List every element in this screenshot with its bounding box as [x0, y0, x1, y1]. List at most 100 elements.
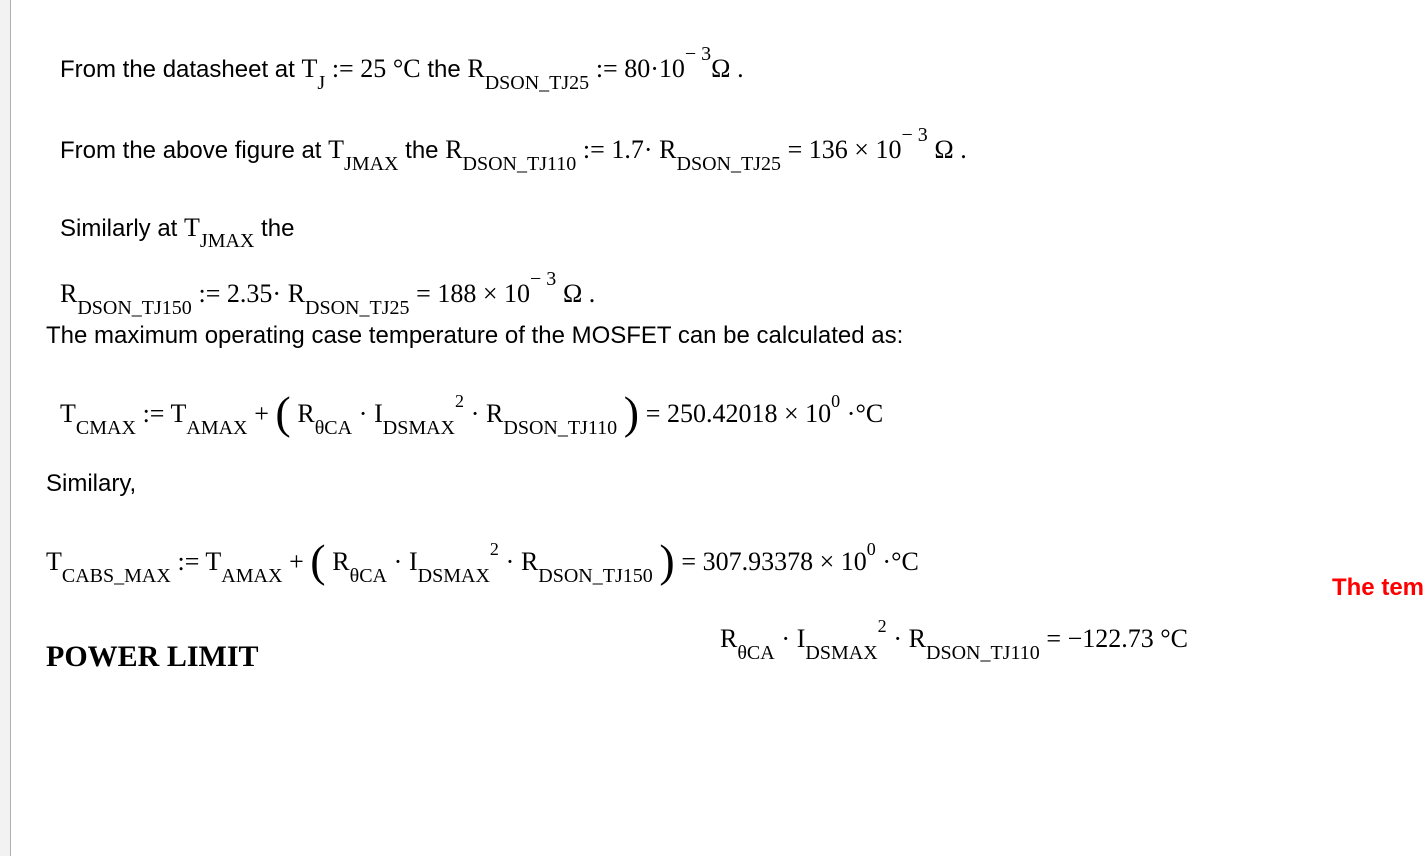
value-307: 307.93378 × 10 — [703, 547, 867, 576]
mul-op: · — [471, 399, 480, 428]
sub-rdson-tj25: DSON_TJ25 — [677, 153, 781, 175]
sub-rdson-tj150: DSON_TJ150 — [77, 297, 191, 319]
var-r: R — [297, 399, 314, 428]
var-r: R — [445, 135, 462, 164]
var-i: I — [409, 547, 418, 576]
var-t: T — [60, 399, 76, 428]
sub-cabs-max: CABS_MAX — [62, 565, 171, 587]
sub-rdson-tj150: DSON_TJ150 — [538, 565, 652, 587]
text: The maximum operating case temperature o… — [46, 322, 903, 349]
exp: − 3 — [901, 124, 927, 146]
sub-rdson-tj110: DSON_TJ110 — [926, 642, 1040, 664]
var-t: T — [328, 135, 344, 164]
var-r: R — [521, 547, 538, 576]
sub-rdson-tj110: DSON_TJ110 — [463, 153, 577, 175]
sub-jmax: JMAX — [200, 230, 254, 252]
text: The tem — [1332, 574, 1424, 601]
equation-tcmax: TCMAX := TAMAX + ( RθCA · IDSMAX2 · RDSO… — [60, 379, 1394, 434]
sub-theta-ca: θCA — [737, 642, 774, 664]
left-paren: ( — [275, 387, 290, 438]
unit-c: ·°C — [847, 399, 883, 428]
unit-ohm: Ω . — [934, 135, 966, 164]
equation-rdson-tj150: RDSON_TJ150 := 2.35· RDSON_TJ25 = 188 × … — [60, 275, 1394, 314]
text: the — [427, 56, 467, 83]
paragraph-line-1: From the datasheet at TJ := 25 °C the RD… — [60, 50, 1394, 89]
mul-op: · — [394, 547, 403, 576]
assign-op: := — [583, 135, 611, 164]
annotation-cutoff: The tem — [1332, 574, 1424, 602]
text: From the above figure at — [60, 137, 328, 164]
text: the — [405, 137, 445, 164]
exp: − 3 — [685, 43, 711, 65]
eq-op: = — [1046, 624, 1067, 653]
sub-cmax: CMAX — [76, 417, 136, 439]
sub-rdson-tj25: DSON_TJ25 — [305, 297, 409, 319]
text: . — [737, 54, 744, 83]
plus-op: + — [254, 399, 275, 428]
equation-tcabs-max: TCABS_MAX := TAMAX + ( RθCA · IDSMAX2 · … — [46, 527, 1394, 582]
var-t: T — [171, 399, 187, 428]
text: Similary, — [46, 470, 136, 497]
text: Similarly at — [60, 215, 184, 242]
var-r: R — [659, 135, 676, 164]
assign-op: := — [596, 54, 624, 83]
paragraph-line-2: From the above figure at TJMAX the RDSON… — [60, 131, 1394, 170]
right-paren: ) — [624, 387, 639, 438]
sup-2: 2 — [878, 616, 887, 636]
value-80e-3: 80·10 — [624, 54, 685, 83]
exp: − 3 — [530, 268, 556, 290]
assign-op: := — [198, 279, 226, 308]
unit-ohm: Ω . — [563, 279, 595, 308]
var-t: T — [205, 547, 221, 576]
document-page: From the datasheet at TJ := 25 °C the RD… — [0, 0, 1424, 856]
assign-op: := — [177, 547, 205, 576]
sub-jmax: JMAX — [344, 153, 398, 175]
unit-c: °C — [393, 54, 421, 83]
paragraph-line-5: The maximum operating case temperature o… — [46, 322, 1394, 351]
page-left-edge — [0, 0, 11, 856]
var-r: R — [467, 54, 484, 83]
value-188e-3: 188 × 10 — [437, 279, 530, 308]
left-paren: ( — [310, 535, 325, 586]
var-r: R — [720, 624, 737, 653]
unit-c: ·°C — [882, 547, 918, 576]
sub-theta-ca: θCA — [350, 565, 387, 587]
text: POWER LIMIT — [46, 640, 259, 673]
text: the — [261, 215, 294, 242]
var-tj: T — [301, 54, 317, 83]
equation-rtheta-result: RθCA · IDSMAX2 · RDSON_TJ110 = −122.73 °… — [720, 622, 1188, 659]
eq-op: = — [681, 547, 702, 576]
right-paren: ) — [659, 535, 674, 586]
mul-op: · — [893, 624, 902, 653]
sub-rdson-tj110: DSON_TJ110 — [503, 417, 617, 439]
text: From the datasheet at — [60, 56, 301, 83]
exp-0: 0 — [831, 391, 840, 411]
factor-1p7: 1.7· — [611, 135, 652, 164]
sub-amax: AMAX — [221, 565, 282, 587]
value-25: 25 — [360, 54, 386, 83]
var-i: I — [374, 399, 383, 428]
var-r: R — [486, 399, 503, 428]
var-t: T — [46, 547, 62, 576]
sub-dsmax: DSMAX — [805, 642, 877, 664]
var-r: R — [288, 279, 305, 308]
sub-dsmax: DSMAX — [418, 565, 490, 587]
value-136e-3: 136 × 10 — [809, 135, 902, 164]
var-t: T — [184, 213, 200, 242]
var-r: R — [60, 279, 77, 308]
eq-op: = — [646, 399, 667, 428]
var-r: R — [332, 547, 349, 576]
heading-power-limit: POWER LIMIT — [46, 640, 259, 674]
mul-op: · — [359, 399, 368, 428]
sub-tj: J — [317, 72, 325, 94]
sub-amax: AMAX — [186, 417, 247, 439]
unit-ohm: Ω — [711, 54, 730, 83]
sub-dsmax: DSMAX — [383, 417, 455, 439]
exp-0: 0 — [867, 539, 876, 559]
paragraph-similarly: Similary, — [46, 470, 1394, 499]
var-r: R — [909, 624, 926, 653]
value-250: 250.42018 × 10 — [667, 399, 831, 428]
value-neg122: −122.73 °C — [1068, 624, 1188, 653]
sub-rdson-tj25: DSON_TJ25 — [485, 72, 589, 94]
sup-2: 2 — [455, 391, 464, 411]
